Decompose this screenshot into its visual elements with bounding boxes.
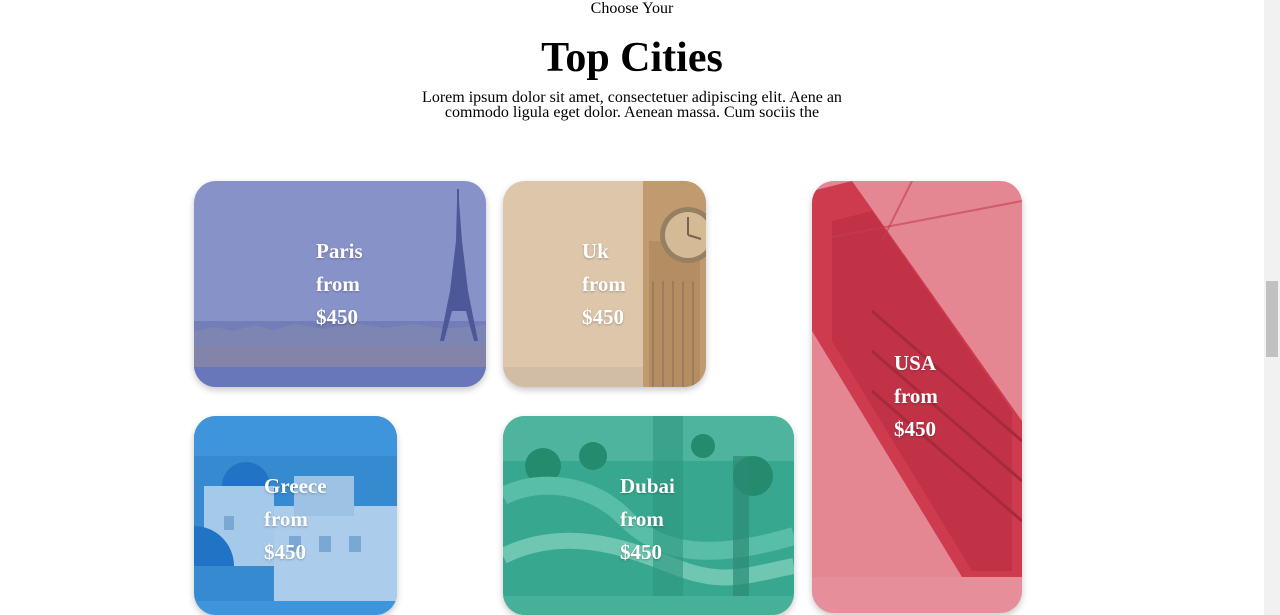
- city-label-paris: Paris from $450: [316, 235, 363, 334]
- section-kicker: Choose Your: [590, 0, 674, 17]
- city-card-greece[interactable]: Greece from $450: [194, 416, 397, 615]
- city-card-usa[interactable]: USA from $450: [812, 181, 1022, 613]
- city-label-usa: USA from $450: [894, 347, 938, 446]
- from-text: from: [620, 507, 664, 531]
- city-card-uk[interactable]: Uk from $450: [503, 181, 706, 387]
- price: $450: [582, 305, 624, 329]
- city-label-dubai: Dubai from $450: [620, 470, 675, 569]
- city-label-uk: Uk from $450: [582, 235, 626, 334]
- price: $450: [620, 540, 662, 564]
- city-label-greece: Greece from $450: [264, 470, 327, 569]
- price: $450: [894, 417, 936, 441]
- city-name: USA: [894, 351, 937, 375]
- city-name: Uk: [582, 239, 609, 263]
- city-name: Dubai: [620, 474, 675, 498]
- section-description: Lorem ipsum dolor sit amet, consectetuer…: [422, 89, 842, 121]
- vertical-scrollbar[interactable]: [1264, 0, 1280, 615]
- city-card-dubai[interactable]: Dubai from $450: [503, 416, 794, 615]
- city-name: Paris: [316, 239, 363, 263]
- city-name: Greece: [264, 474, 327, 498]
- page: Choose Your Top Cities Lorem ipsum dolor…: [0, 0, 1264, 615]
- from-text: from: [264, 507, 308, 531]
- price: $450: [264, 540, 306, 564]
- section-title: Top Cities: [541, 35, 723, 81]
- city-card-paris[interactable]: Paris from $450: [194, 181, 486, 387]
- from-text: from: [582, 272, 626, 296]
- from-text: from: [894, 384, 938, 408]
- scrollbar-thumb[interactable]: [1266, 281, 1278, 357]
- price: $450: [316, 305, 358, 329]
- from-text: from: [316, 272, 360, 296]
